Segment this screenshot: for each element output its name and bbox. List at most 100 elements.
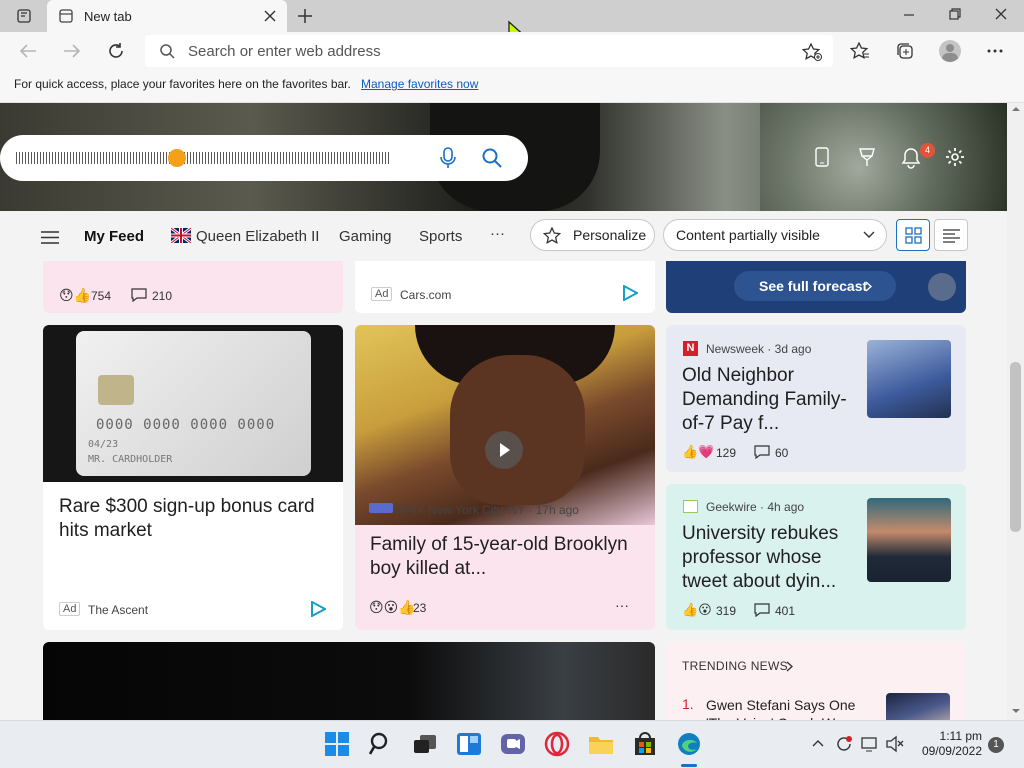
title-bar: New tab bbox=[0, 0, 1024, 50]
comments-count: 210 bbox=[152, 289, 173, 303]
restore-icon[interactable] bbox=[949, 8, 961, 20]
display-icon[interactable] bbox=[861, 735, 879, 753]
ad-choices-icon[interactable] bbox=[310, 601, 326, 617]
widgets-icon[interactable] bbox=[456, 731, 482, 757]
comment-icon[interactable] bbox=[754, 445, 770, 459]
tab-actions-icon[interactable] bbox=[17, 9, 31, 23]
search-icon bbox=[160, 44, 175, 59]
trending-news-header[interactable]: TRENDING NEWS bbox=[682, 659, 788, 673]
notifications-icon[interactable] bbox=[901, 147, 921, 169]
news-card-partial[interactable]: 😯👍 754 210 bbox=[43, 261, 343, 313]
likes-count: 754 bbox=[91, 289, 112, 303]
forward-icon[interactable] bbox=[63, 43, 81, 59]
clock-date: 09/09/2022 bbox=[921, 744, 982, 758]
task-view-icon[interactable] bbox=[412, 731, 438, 757]
rewards-icon[interactable] bbox=[857, 147, 877, 167]
card-more-button[interactable]: ··· bbox=[615, 597, 629, 613]
card-headline[interactable]: Rare $300 sign-up bonus card hits market bbox=[59, 495, 329, 543]
ad-card-partial[interactable]: Ad Cars.com bbox=[355, 261, 655, 313]
grid-view-button[interactable] bbox=[896, 219, 930, 251]
notification-center-badge[interactable]: 1 bbox=[988, 737, 1004, 753]
more-topics-button[interactable]: ··· bbox=[490, 225, 505, 242]
trending-item-title[interactable]: Gwen Stefani Says One 'The Voice' Coach … bbox=[706, 696, 876, 720]
card-headline[interactable]: Family of 15-year-old Brooklyn boy kille… bbox=[370, 533, 642, 581]
address-placeholder: Search or enter web address bbox=[188, 43, 381, 60]
opera-icon[interactable] bbox=[544, 731, 570, 757]
taskbar-search-icon[interactable] bbox=[368, 731, 394, 757]
tab-gaming[interactable]: Gaming bbox=[339, 228, 392, 245]
refresh-icon[interactable] bbox=[107, 42, 125, 60]
voice-waveform bbox=[16, 152, 391, 164]
ad-card-credit[interactable]: 0000 0000 0000 0000 04/23 MR. CARDHOLDER… bbox=[43, 325, 343, 630]
edge-browser-icon[interactable] bbox=[676, 731, 702, 757]
new-tab-page-icon bbox=[59, 9, 73, 23]
comment-icon[interactable] bbox=[754, 603, 770, 617]
play-button[interactable] bbox=[485, 431, 523, 469]
card-headline[interactable]: Old Neighbor Demanding Family-of-7 Pay f… bbox=[682, 364, 860, 436]
video-thumbnail bbox=[355, 325, 655, 525]
news-card-geekwire[interactable]: Geekwire · 4h ago University rebukes pro… bbox=[666, 484, 966, 630]
scrollbar-thumb[interactable] bbox=[1010, 362, 1021, 532]
collections-icon[interactable] bbox=[895, 42, 915, 60]
profile-avatar[interactable] bbox=[939, 40, 961, 62]
clock-time: 1:11 pm bbox=[939, 729, 982, 743]
scroll-up-icon[interactable] bbox=[1012, 106, 1020, 112]
web-search-box[interactable] bbox=[0, 135, 528, 181]
address-bar[interactable]: Search or enter web address bbox=[145, 35, 833, 67]
close-tab-icon[interactable] bbox=[264, 10, 276, 22]
settings-gear-icon[interactable] bbox=[945, 147, 965, 167]
background-image: 4 bbox=[0, 103, 1007, 211]
tab-sports[interactable]: Sports bbox=[419, 228, 462, 245]
microsoft-store-icon[interactable] bbox=[632, 731, 658, 757]
microphone-icon[interactable] bbox=[440, 147, 456, 169]
reactions-count: 23 bbox=[413, 601, 427, 615]
news-card-newsweek[interactable]: N Newsweek · 3d ago Old Neighbor Demandi… bbox=[666, 325, 966, 472]
news-card-large[interactable] bbox=[43, 642, 655, 720]
system-clock[interactable]: 1:11 pm 09/09/2022 bbox=[912, 729, 982, 759]
favorites-bar-text: For quick access, place your favorites h… bbox=[14, 77, 351, 91]
minimize-icon[interactable] bbox=[903, 9, 915, 21]
comment-icon[interactable] bbox=[131, 288, 147, 302]
tab-queen-elizabeth[interactable]: Queen Elizabeth II bbox=[196, 228, 319, 245]
card-source: Newsweek · 3d ago bbox=[706, 342, 812, 356]
list-view-button[interactable] bbox=[934, 219, 968, 251]
news-card-video[interactable]: WPIX New York City, NY · 17h ago Family … bbox=[355, 325, 655, 630]
notification-badge: 4 bbox=[920, 143, 935, 158]
mobile-icon[interactable] bbox=[815, 147, 829, 167]
card-thumbnail bbox=[867, 498, 951, 582]
scroll-down-icon[interactable] bbox=[1012, 708, 1020, 714]
see-full-forecast-button[interactable]: See full forecast bbox=[734, 271, 896, 301]
new-tab-icon[interactable] bbox=[297, 8, 313, 24]
teams-chat-icon[interactable] bbox=[500, 731, 526, 757]
windows-start-icon[interactable] bbox=[324, 731, 350, 757]
tab-my-feed[interactable]: My Feed bbox=[84, 228, 144, 245]
content-visibility-select[interactable]: Content partially visible bbox=[663, 219, 887, 251]
weather-card-partial[interactable]: See full forecast bbox=[666, 261, 966, 313]
volume-muted-icon[interactable] bbox=[886, 735, 904, 753]
personalize-button[interactable]: Personalize bbox=[530, 219, 655, 251]
sync-icon[interactable] bbox=[835, 735, 853, 753]
chevron-up-icon[interactable] bbox=[812, 739, 824, 747]
reaction-emoji-icon: 👍💗 bbox=[682, 444, 715, 459]
add-favorite-icon[interactable] bbox=[802, 43, 822, 61]
tab-new-tab[interactable]: New tab bbox=[47, 0, 287, 32]
favorites-bar: For quick access, place your favorites h… bbox=[0, 72, 1024, 103]
back-icon[interactable] bbox=[19, 43, 37, 59]
ad-label: Ad bbox=[371, 287, 393, 301]
likes-count: 129 bbox=[716, 446, 737, 460]
file-explorer-icon[interactable] bbox=[588, 731, 614, 757]
close-window-icon[interactable] bbox=[995, 8, 1007, 20]
card-date: 04/23 bbox=[88, 439, 119, 450]
card-headline[interactable]: University rebukes professor whose tweet… bbox=[682, 522, 860, 594]
card-thumbnail bbox=[867, 340, 951, 418]
hamburger-menu-icon[interactable] bbox=[41, 231, 59, 244]
feed-navigation: My Feed Queen Elizabeth II Gaming Sports… bbox=[0, 211, 1007, 261]
ad-choices-icon[interactable] bbox=[622, 285, 638, 301]
search-submit-icon[interactable] bbox=[482, 148, 502, 168]
favorites-icon[interactable] bbox=[850, 42, 870, 60]
more-menu-icon[interactable] bbox=[987, 49, 1003, 53]
card-number: 0000 0000 0000 0000 bbox=[96, 417, 276, 433]
trending-news-card[interactable]: TRENDING NEWS 1. Gwen Stefani Says One '… bbox=[666, 642, 966, 720]
card-source: Geekwire · 4h ago bbox=[706, 500, 805, 514]
manage-favorites-link[interactable]: Manage favorites now bbox=[361, 77, 478, 91]
